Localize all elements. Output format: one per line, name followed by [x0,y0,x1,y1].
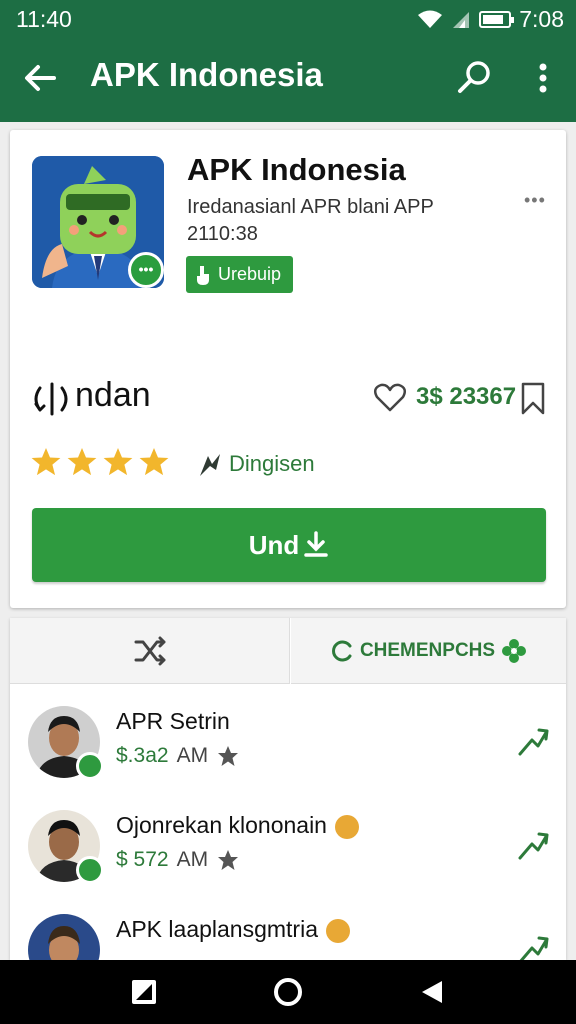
system-nav-bar [0,960,576,1024]
app-logo[interactable]: ••• [32,156,164,288]
app-tag-button[interactable]: Urebuip [186,256,294,293]
review-time: AM [176,744,209,767]
app-subtitle: Iredanasianl APR blani APP [187,196,434,218]
toolbar-title: APK Indonesia [90,56,323,93]
status-icons: 7:08 [417,6,564,33]
verified-badge-icon [76,856,104,884]
app-toolbar: APK Indonesia [0,40,576,122]
refresh-icon[interactable] [30,380,72,418]
recents-icon[interactable] [130,978,158,1006]
review-name: APR Setrin [116,708,230,734]
verified-badge-icon [76,752,104,780]
rating-row: Dingisen [30,446,550,486]
app-overflow-menu[interactable]: ••• [524,190,546,211]
app-name: APK Indonesia [187,152,406,187]
heart-icon[interactable] [373,380,407,414]
tab-shuffle[interactable] [10,618,290,684]
review-meta: $.3a2 AM [116,744,240,768]
section-label: ndan [75,376,151,414]
download-icon [304,531,329,557]
review-amount: $.3a2 [116,744,169,767]
emoji-icon [326,918,350,943]
list-item[interactable]: Ojonrekan klononain $ 572 AM [10,810,566,914]
price-label: 3$ 23367 [416,383,517,410]
app-info-row: ndan 3$ 23367 [30,376,550,420]
star-rating [30,446,170,478]
back-arrow-icon[interactable] [20,58,60,98]
review-name: Ojonrekan klononain [116,812,359,839]
app-badge-icon: ••• [128,252,164,288]
app-tag-label: Urebuip [218,264,282,284]
status-bar: 11:40 7:08 [0,0,576,40]
download-button[interactable]: Und [32,508,546,582]
hand-icon [197,265,209,285]
category-label: Dingisen [229,451,315,476]
review-time: AM [176,848,209,871]
review-amount: $ 572 [116,848,169,871]
tab-comments-label: CHEMENPCHS [359,639,496,661]
star-icon [31,448,61,476]
home-icon[interactable] [272,976,304,1008]
category-icon [200,454,220,476]
battery-icon [479,11,515,28]
star-icon [67,448,97,476]
avatar [28,706,104,780]
star-icon[interactable] [216,744,240,768]
wifi-icon [418,10,443,28]
bookmark-icon[interactable] [518,380,548,416]
shuffle-icon [134,636,165,665]
trending-arrow-icon[interactable] [516,724,550,758]
app-date: 2110:38 [187,223,258,245]
search-icon[interactable] [454,56,496,98]
flower-icon [502,638,527,663]
signal-icon [453,11,470,28]
nav-back-icon[interactable] [418,978,446,1006]
reviews-card: CHEMENPCHS APR Setrin $.3a2 AM Ojonrekan… [10,618,566,986]
avatar [28,810,104,884]
app-detail-card: ••• APK Indonesia Iredanasianl APR blani… [10,130,566,608]
trending-arrow-icon[interactable] [516,828,550,862]
status-time: 11:40 [16,6,72,32]
list-item[interactable]: APR Setrin $.3a2 AM [10,706,566,810]
battery-time: 7:08 [519,6,564,32]
download-button-label: Und [248,529,300,560]
review-name: APK laaplansgmtria [116,916,350,943]
tab-comments[interactable]: CHEMENPCHS [291,618,566,684]
star-icon [139,448,169,476]
more-vert-icon[interactable] [528,58,558,98]
star-icon[interactable] [216,848,240,872]
emoji-icon [334,814,359,839]
review-meta: $ 572 AM [116,848,240,872]
comment-search-icon [332,640,352,661]
star-icon [103,448,133,476]
